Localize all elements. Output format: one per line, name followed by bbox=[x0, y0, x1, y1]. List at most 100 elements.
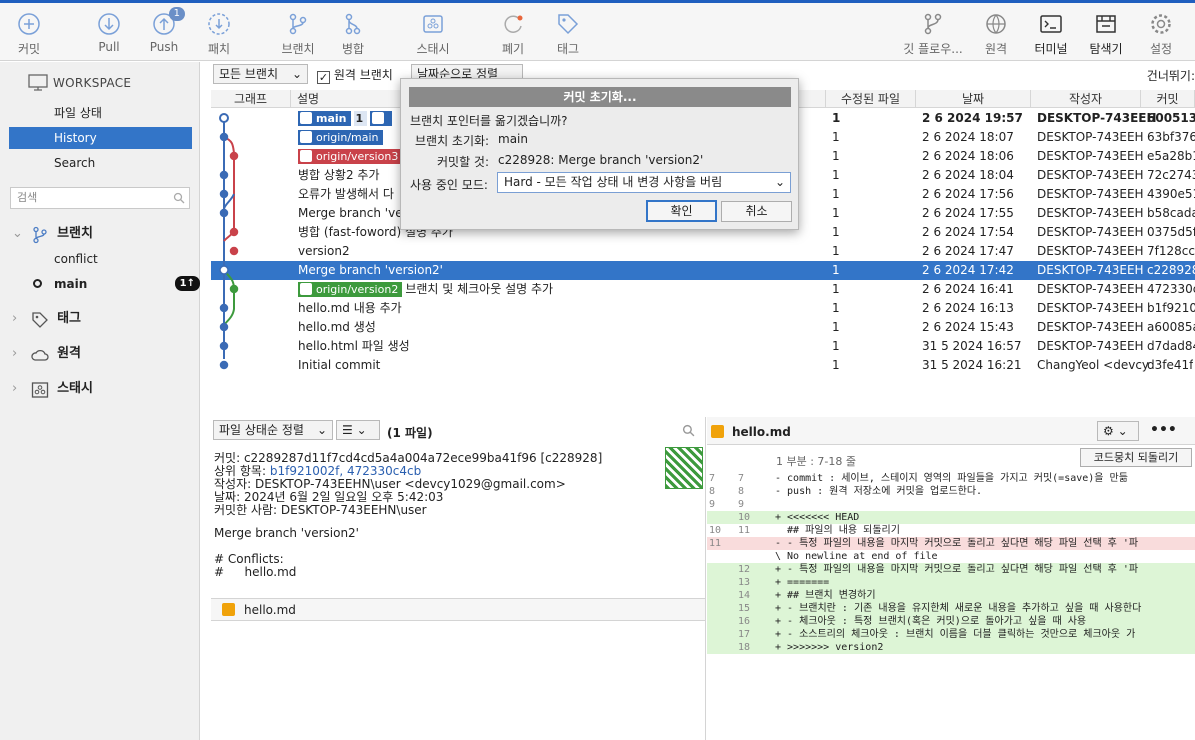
commit-description: origin/version2 브랜치 및 체크아웃 설명 추가 bbox=[298, 280, 823, 299]
column-header-date[interactable]: 날짜 bbox=[916, 90, 1031, 108]
dialog-title: 커밋 초기화... bbox=[409, 87, 791, 107]
commit-row[interactable]: hello.html 파일 생성 1 31 5 2024 16:57 DESKTOP-… bbox=[211, 337, 1195, 356]
settings-button[interactable]: 설정 bbox=[1126, 11, 1195, 57]
sidebar-section-branches[interactable]: ⌄ 브랜치 bbox=[12, 222, 93, 243]
sidebar-search-input[interactable]: 검색 bbox=[10, 187, 190, 209]
commit-row[interactable]: hello.md 생성 1 2 6 2024 15:43 DESKTOP-743EEH… bbox=[211, 318, 1195, 337]
diff-line[interactable]: \ No newline at end of file bbox=[707, 550, 1195, 563]
commit-message-text: 오류가 발생해서 다 bbox=[298, 187, 394, 201]
branch-label-tag[interactable]: origin/version3 bbox=[298, 149, 403, 164]
sidebar-section-stash[interactable]: › 스태시 bbox=[12, 377, 93, 398]
diff-line-text: + - 브랜치란 : 기존 내용을 유지한체 새로운 내용을 추가하고 싶을 때… bbox=[775, 603, 1142, 614]
diff-line[interactable]: 12 + - 특정 파일의 내용을 마지막 커밋으로 돌리고 싶다면 해당 파일 … bbox=[707, 563, 1195, 576]
commit-row[interactable]: hello.md 내용 추가 1 2 6 2024 16:13 DESKTOP-743… bbox=[211, 299, 1195, 318]
tag-icon bbox=[555, 11, 581, 37]
commit-message: Merge branch 'version2' # Conflicts: # h… bbox=[214, 526, 359, 579]
commit-date: 2 6 2024 16:41 bbox=[922, 282, 1014, 296]
diff-options-dropdown[interactable]: ⚙ ⌄ bbox=[1097, 421, 1139, 441]
commit-description: hello.html 파일 생성 bbox=[298, 337, 823, 356]
column-header-graph[interactable]: 그래프 bbox=[211, 90, 291, 108]
explorer-icon bbox=[1093, 11, 1119, 37]
diff-header: hello.md ⚙ ⌄ ••• bbox=[707, 417, 1195, 445]
commit-message-text: Merge branch 'vers bbox=[298, 206, 414, 220]
ok-button[interactable]: 확인 bbox=[646, 200, 717, 222]
branch-filter-value: 모든 브랜치 bbox=[219, 67, 279, 81]
branch-label: 브랜치 bbox=[281, 42, 315, 56]
commit-author: DESKTOP-743EEH bbox=[1037, 225, 1144, 239]
view-mode-dropdown[interactable]: ☰ ⌄ bbox=[336, 420, 380, 440]
commit-button[interactable]: 커밋 bbox=[0, 11, 64, 57]
column-header-author[interactable]: 작성자 bbox=[1031, 90, 1141, 108]
tag-button[interactable]: 태그 bbox=[533, 11, 603, 57]
sidebar-item-file-status[interactable]: 파일 상태 bbox=[9, 102, 192, 124]
diff-line[interactable]: 10 11 ## 파일의 내용 되돌리기 bbox=[707, 524, 1195, 537]
modified-file-icon bbox=[711, 425, 724, 438]
branch-filter-dropdown[interactable]: 모든 브랜치 ⌄ bbox=[213, 64, 308, 84]
commit-hash: c228928 bbox=[1147, 263, 1195, 277]
search-icon bbox=[173, 191, 185, 211]
commit-hash: a60085a bbox=[1147, 320, 1195, 334]
fetch-label: 패치 bbox=[207, 42, 231, 56]
diff-line[interactable]: 18 + >>>>>>> version2 bbox=[707, 641, 1195, 654]
sidebar-branch-conflict[interactable]: conflict bbox=[9, 248, 192, 270]
stash-button[interactable]: 스태시 bbox=[398, 11, 468, 57]
diff-line[interactable]: 16 + - 체크아웃 : 특정 브랜치(혹은 커밋)으로 돌아가고 싶을 때 사… bbox=[707, 615, 1195, 628]
commit-row[interactable]: version2 1 2 6 2024 17:47 DESKTOP-743EEH 7f1… bbox=[211, 242, 1195, 261]
branch-label-tag[interactable] bbox=[370, 111, 393, 126]
terminal-label: 터미널 bbox=[1034, 42, 1068, 56]
sidebar-item-search[interactable]: Search bbox=[9, 152, 192, 174]
diff-line[interactable]: 7 7 - commit : 세이브, 스테이지 영역의 파일들을 가지고 커밋(=… bbox=[707, 472, 1195, 485]
new-line-number: 7 bbox=[738, 473, 745, 484]
file-name: hello.md bbox=[244, 603, 296, 617]
merge-button[interactable]: 병합 bbox=[318, 11, 388, 57]
search-icon[interactable] bbox=[682, 424, 695, 440]
commit-author: ChangYeol <devcy bbox=[1037, 358, 1150, 372]
commit-author: DESKTOP-743EEH bbox=[1037, 339, 1144, 353]
diff-line[interactable]: 11 - - 특정 파일의 내용을 마지막 커밋으로 돌리고 싶다면 해당 파일 … bbox=[707, 537, 1195, 550]
branch-icon bbox=[300, 283, 312, 295]
commit-row[interactable]: Initial commit 1 31 5 2024 16:21 ChangYeol … bbox=[211, 356, 1195, 375]
sidebar-item-history[interactable]: History bbox=[9, 127, 192, 149]
show-remote-checkbox[interactable]: ✓ 원격 브랜치 bbox=[317, 66, 393, 84]
branch-tag-label: main bbox=[316, 112, 347, 125]
sidebar-branch-main[interactable]: main 1↑ bbox=[9, 273, 200, 295]
diff-line[interactable]: 15 + - 브랜치란 : 기존 내용을 유지한체 새로운 내용을 추가하고 싶을… bbox=[707, 602, 1195, 615]
branch-label-tag[interactable]: origin/main bbox=[298, 130, 383, 145]
branch-label-tag[interactable]: main bbox=[298, 111, 351, 126]
file-sort-dropdown[interactable]: 파일 상태순 정렬 ⌄ bbox=[213, 420, 333, 440]
git-flow-button[interactable]: 깃 플로우... bbox=[898, 11, 968, 57]
fetch-button[interactable]: 패치 bbox=[184, 11, 254, 57]
commit-hash: e5a28b1 bbox=[1147, 149, 1195, 163]
revert-hunk-button[interactable]: 코드뭉치 되돌리기 bbox=[1080, 448, 1192, 467]
new-line-number: 9 bbox=[738, 499, 745, 510]
new-line-number: 16 bbox=[738, 616, 751, 627]
sidebar-section-remotes[interactable]: › 원격 bbox=[12, 342, 81, 362]
discard-label: 폐기 bbox=[501, 42, 525, 56]
graph-commit-node bbox=[229, 151, 239, 161]
commit-row[interactable]: Merge branch 'version2' 1 2 6 2024 17:42 DE… bbox=[211, 261, 1195, 280]
diff-line[interactable]: 10 + <<<<<<< HEAD bbox=[707, 511, 1195, 524]
commit-target-label: 커밋할 것: bbox=[437, 155, 490, 169]
more-icon[interactable]: ••• bbox=[1150, 422, 1177, 438]
column-header-commit[interactable]: 커밋 bbox=[1141, 90, 1195, 108]
commit-file-count: 1 bbox=[832, 206, 840, 220]
column-header-modified[interactable]: 수정된 파일 bbox=[826, 90, 916, 108]
diff-line[interactable]: 13 + ======= bbox=[707, 576, 1195, 589]
current-branch-icon bbox=[33, 279, 42, 288]
hunk-header: 1 부분 : 7-18 줄 bbox=[776, 455, 857, 468]
branch-icon bbox=[285, 11, 311, 37]
mode-select[interactable]: Hard - 모든 작업 상태 내 변경 사항을 버림 ⌄ bbox=[497, 172, 791, 193]
diff-line[interactable]: 99 bbox=[707, 498, 1195, 511]
sidebar-section-tags[interactable]: › 태그 bbox=[12, 307, 81, 328]
chevron-right-icon: › bbox=[12, 381, 18, 396]
cancel-button[interactable]: 취소 bbox=[721, 201, 792, 222]
diff-line[interactable]: 8 8 - push : 원격 저장소에 커밋을 업로드한다. bbox=[707, 485, 1195, 498]
cloud-icon bbox=[30, 346, 53, 362]
branch-label-tag[interactable]: origin/version2 bbox=[298, 282, 403, 297]
diff-line[interactable]: 14 + ## 브랜치 변경하기 bbox=[707, 589, 1195, 602]
file-list-item[interactable]: hello.md bbox=[211, 598, 705, 621]
commit-row[interactable]: origin/version2 브랜치 및 체크아웃 설명 추가 1 2 6 2024… bbox=[211, 280, 1195, 299]
diff-line[interactable]: 17 + - 소스트리의 체크아웃 : 브랜치 이름을 더블 클릭하는 것만으로 … bbox=[707, 628, 1195, 641]
merge-icon bbox=[340, 11, 366, 37]
commit-hash: 63bf376 bbox=[1147, 130, 1195, 144]
